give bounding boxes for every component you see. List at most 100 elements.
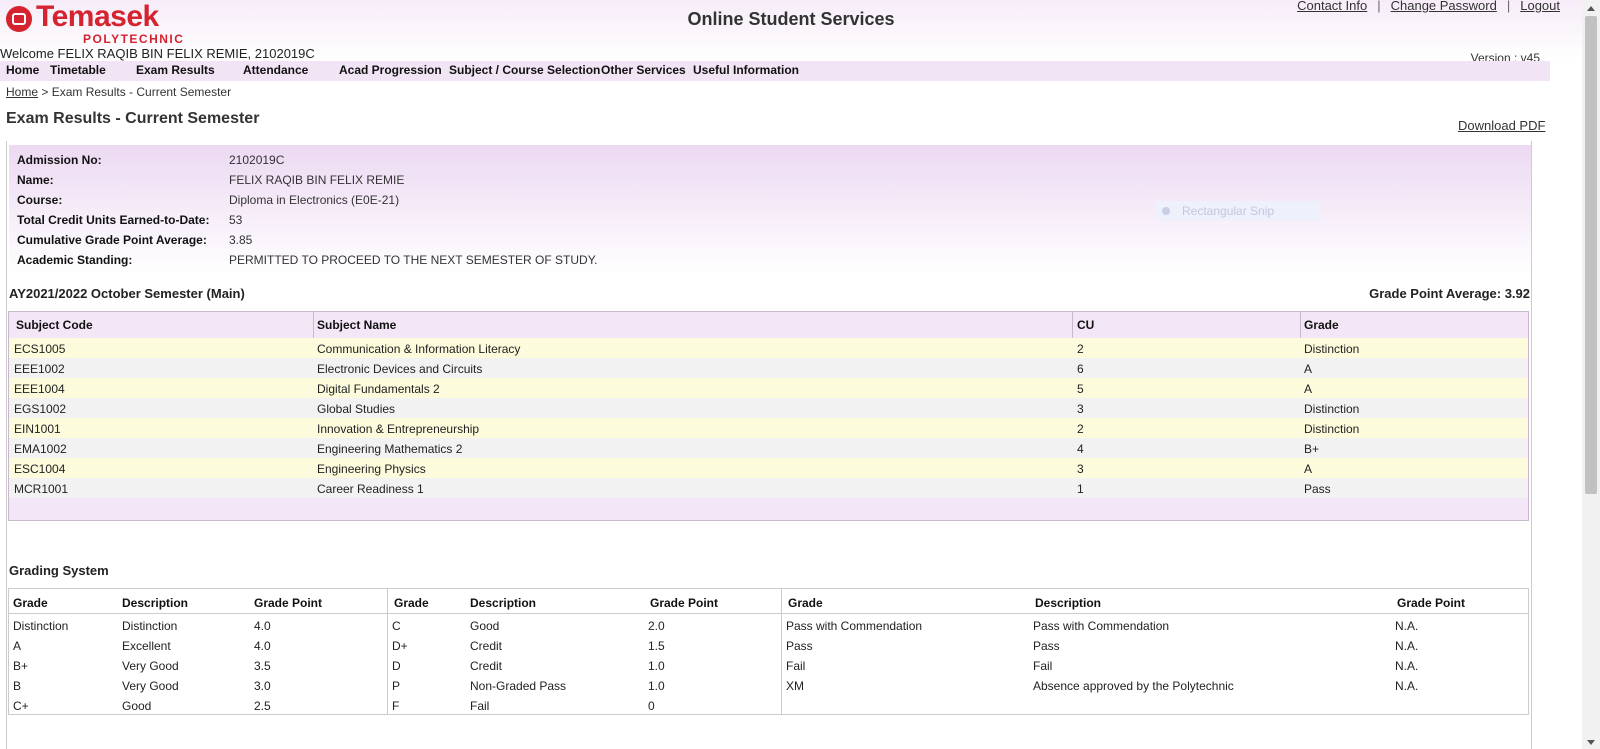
header: Temasek POLYTECHNIC Online Student Servi… — [0, 0, 1582, 65]
subject-code: MCR1001 — [14, 482, 69, 496]
subject-cu: 4 — [1077, 442, 1084, 456]
subject-cu: 1 — [1077, 482, 1084, 496]
main-nav: Home Timetable Exam Results Attendance A… — [0, 61, 1550, 81]
grade-point: 3.0 — [254, 679, 271, 693]
description-header: Description — [122, 596, 189, 610]
subject-code: EEE1004 — [14, 382, 65, 396]
scroll-up-icon[interactable] — [1587, 6, 1595, 11]
table-row: EIN1001 Innovation & Entrepreneurship 2 … — [9, 418, 1528, 438]
info-value: 2102019C — [229, 153, 285, 167]
subject-cu: 3 — [1077, 462, 1084, 476]
subject-cu: 2 — [1077, 422, 1084, 436]
subject-name: Digital Fundamentals 2 — [317, 382, 440, 396]
description: Good — [470, 619, 500, 633]
change-password-link[interactable]: Change Password — [1391, 0, 1497, 13]
info-value: 53 — [229, 213, 243, 227]
top-links: Contact Info | Change Password | Logout — [1297, 0, 1560, 13]
info-label: Admission No: — [17, 153, 102, 167]
description-header: Description — [470, 596, 537, 610]
nav-subject-course-selection[interactable]: Subject / Course Selection — [449, 63, 600, 77]
nav-useful-information[interactable]: Useful Information — [693, 63, 799, 77]
subject-grade: Distinction — [1304, 402, 1360, 416]
info-label: Course: — [17, 193, 63, 207]
welcome-text: Welcome FELIX RAQIB BIN FELIX REMIE, 210… — [0, 46, 315, 61]
description: Very Good — [122, 679, 179, 693]
subject-name: Electronic Devices and Circuits — [317, 362, 483, 376]
info-label: Cumulative Grade Point Average: — [17, 233, 207, 247]
description: Pass — [1033, 639, 1060, 653]
logo-subtext: POLYTECHNIC — [83, 32, 185, 46]
subject-grade: Pass — [1304, 482, 1331, 496]
grade-point: 4.0 — [254, 619, 271, 633]
info-label: Total Credit Units Earned-to-Date: — [17, 213, 210, 227]
grade-point: 1.0 — [648, 679, 665, 693]
page: Temasek POLYTECHNIC Online Student Servi… — [0, 0, 1582, 749]
subject-code: ECS1005 — [14, 342, 66, 356]
grade-point: 4.0 — [254, 639, 271, 653]
rectangular-snip-overlay[interactable]: Rectangular Snip — [1156, 201, 1320, 221]
grade: B+ — [13, 659, 29, 673]
subject-name: Global Studies — [317, 402, 396, 416]
subject-name: Engineering Mathematics 2 — [317, 442, 463, 456]
subject-grade: A — [1304, 362, 1313, 376]
description: Absence approved by the Polytechnic — [1033, 679, 1234, 693]
grade: F — [392, 699, 400, 713]
subject-grade: A — [1304, 382, 1313, 396]
link-separator: | — [1377, 0, 1381, 13]
grade-header: Grade — [394, 596, 429, 610]
grading-system-table: Grade Description Grade Point Distinctio… — [8, 588, 1529, 715]
link-separator: | — [1506, 0, 1511, 13]
grade-header: Grade — [13, 596, 48, 610]
results-table: Subject Code Subject Name CU Grade ECS10… — [8, 311, 1529, 521]
col-header: Grade — [1304, 318, 1339, 332]
description-header: Description — [1035, 596, 1102, 610]
subject-grade: Distinction — [1304, 422, 1360, 436]
description: Distinction — [122, 619, 178, 633]
col-header: Subject Name — [317, 318, 397, 332]
logout-link[interactable]: Logout — [1520, 0, 1560, 13]
grading-system-title: Grading System — [9, 563, 109, 578]
col-header: CU — [1077, 318, 1095, 332]
nav-home[interactable]: Home — [6, 63, 39, 77]
info-value: PERMITTED TO PROCEED TO THE NEXT SEMESTE… — [229, 253, 598, 267]
scroll-down-icon[interactable] — [1587, 740, 1595, 745]
download-pdf-link[interactable]: Download PDF — [1458, 118, 1545, 133]
info-label: Name: — [17, 173, 54, 187]
info-value: Diploma in Electronics (E0E-21) — [229, 193, 400, 207]
column-divider — [1072, 312, 1073, 338]
nav-other-services[interactable]: Other Services — [601, 63, 686, 77]
subject-name: Communication & Information Literacy — [317, 342, 521, 356]
subject-grade: B+ — [1304, 442, 1320, 456]
subject-cu: 5 — [1077, 382, 1084, 396]
subject-cu: 3 — [1077, 402, 1084, 416]
nav-timetable[interactable]: Timetable — [50, 63, 106, 77]
subject-grade: Distinction — [1304, 342, 1360, 356]
table-row: ESC1004 Engineering Physics 3 A — [9, 458, 1528, 478]
grade-point: 3.5 — [254, 659, 271, 673]
breadcrumb: Home > Exam Results - Current Semester — [6, 85, 231, 99]
subject-code: EMA1002 — [14, 442, 67, 456]
nav-exam-results[interactable]: Exam Results — [136, 63, 215, 77]
snip-label: Rectangular Snip — [1182, 204, 1275, 218]
contact-info-link[interactable]: Contact Info — [1297, 0, 1367, 13]
results-table-header: Subject Code Subject Name CU Grade — [9, 312, 1528, 339]
semester-title: AY2021/2022 October Semester (Main) — [9, 286, 245, 301]
grade-point: 0 — [648, 699, 655, 713]
vertical-scrollbar[interactable] — [1582, 0, 1600, 749]
nav-acad-progression[interactable]: Acad Progression — [339, 63, 442, 77]
subject-code: EEE1002 — [14, 362, 65, 376]
grade-point: N.A. — [1395, 659, 1419, 673]
table-row: EMA1002 Engineering Mathematics 2 4 B+ — [9, 438, 1528, 458]
grade: D+ — [392, 639, 408, 653]
breadcrumb-home-link[interactable]: Home — [6, 85, 38, 99]
grade: XM — [786, 679, 804, 693]
subject-code: EGS1002 — [14, 402, 67, 416]
breadcrumb-current: > Exam Results - Current Semester — [38, 85, 232, 99]
nav-attendance[interactable]: Attendance — [243, 63, 308, 77]
grade: B — [13, 679, 22, 693]
scrollbar-thumb[interactable] — [1585, 16, 1597, 494]
grade-point-header: Grade Point — [254, 596, 323, 610]
table-row: ECS1005 Communication & Information Lite… — [9, 338, 1528, 358]
grade: Pass with Commendation — [786, 619, 923, 633]
description: Credit — [470, 659, 503, 673]
